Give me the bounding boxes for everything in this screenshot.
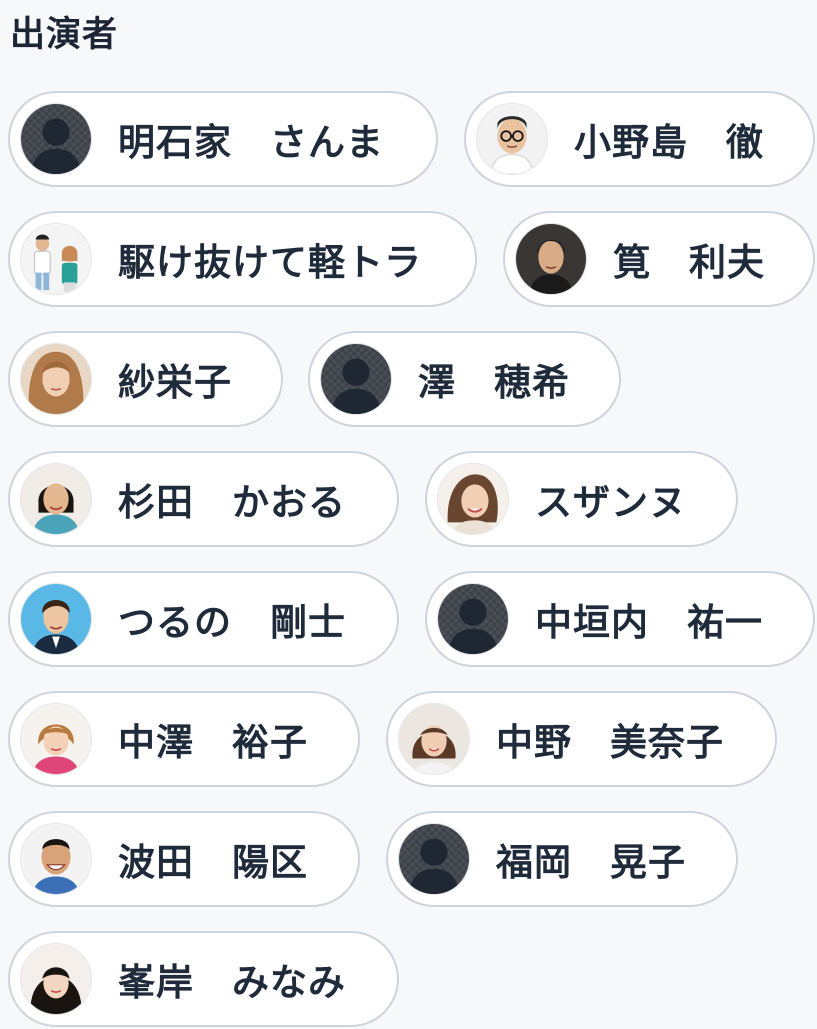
cast-chip[interactable]: スザンヌ	[425, 451, 738, 547]
cast-chip[interactable]: 中澤 裕子	[8, 691, 360, 787]
cast-name: 福岡 晃子	[496, 841, 686, 884]
cast-chip[interactable]: つるの 剛士	[8, 571, 399, 667]
avatar-photo	[20, 823, 92, 895]
avatar-photo	[437, 463, 509, 535]
cast-chip[interactable]: 中垣内 祐一	[425, 571, 815, 667]
cast-page: 出演者 明石家 さんま 小野島 徹 駆け抜けて軽トラ 筧 利夫 紗栄子 澤 穂希…	[0, 0, 817, 1029]
cast-name: 小野島 徹	[574, 121, 764, 164]
cast-name: 駆け抜けて軽トラ	[118, 241, 422, 284]
section-title: 出演者	[10, 15, 119, 55]
cast-chip[interactable]: 杉田 かおる	[8, 451, 399, 547]
cast-name: 中澤 裕子	[118, 721, 308, 764]
avatar-placeholder-icon	[437, 583, 509, 655]
cast-name: 波田 陽区	[118, 841, 308, 884]
avatar-photo	[20, 223, 92, 295]
avatar-placeholder-icon	[398, 823, 470, 895]
cast-chip[interactable]: 筧 利夫	[503, 211, 815, 307]
cast-chip[interactable]: 澤 穂希	[308, 331, 621, 427]
avatar-photo	[398, 703, 470, 775]
cast-name: 中垣内 祐一	[535, 601, 763, 644]
avatar-placeholder-icon	[320, 343, 392, 415]
cast-chip[interactable]: 明石家 さんま	[8, 91, 438, 187]
cast-chip[interactable]: 小野島 徹	[464, 91, 815, 187]
cast-name: つるの 剛士	[118, 601, 346, 644]
cast-chip[interactable]: 波田 陽区	[8, 811, 360, 907]
cast-name: 杉田 かおる	[118, 481, 346, 524]
cast-name: スザンヌ	[535, 481, 687, 524]
avatar-photo	[476, 103, 548, 175]
cast-chip[interactable]: 峯岸 みなみ	[8, 931, 399, 1027]
avatar-photo	[20, 943, 92, 1015]
avatar-photo	[515, 223, 587, 295]
cast-chip[interactable]: 福岡 晃子	[386, 811, 738, 907]
cast-name: 明石家 さんま	[118, 121, 384, 164]
avatar-photo	[20, 343, 92, 415]
cast-name: 澤 穂希	[418, 361, 570, 404]
avatar-photo	[20, 583, 92, 655]
avatar-photo	[20, 703, 92, 775]
cast-chip[interactable]: 中野 美奈子	[386, 691, 777, 787]
avatar-photo	[20, 463, 92, 535]
cast-name: 紗栄子	[118, 361, 232, 404]
cast-name: 中野 美奈子	[496, 721, 724, 764]
cast-chip[interactable]: 駆け抜けて軽トラ	[8, 211, 477, 307]
cast-name: 筧 利夫	[613, 241, 765, 284]
avatar-placeholder-icon	[20, 103, 92, 175]
cast-name: 峯岸 みなみ	[118, 961, 346, 1004]
cast-chip[interactable]: 紗栄子	[8, 331, 283, 427]
